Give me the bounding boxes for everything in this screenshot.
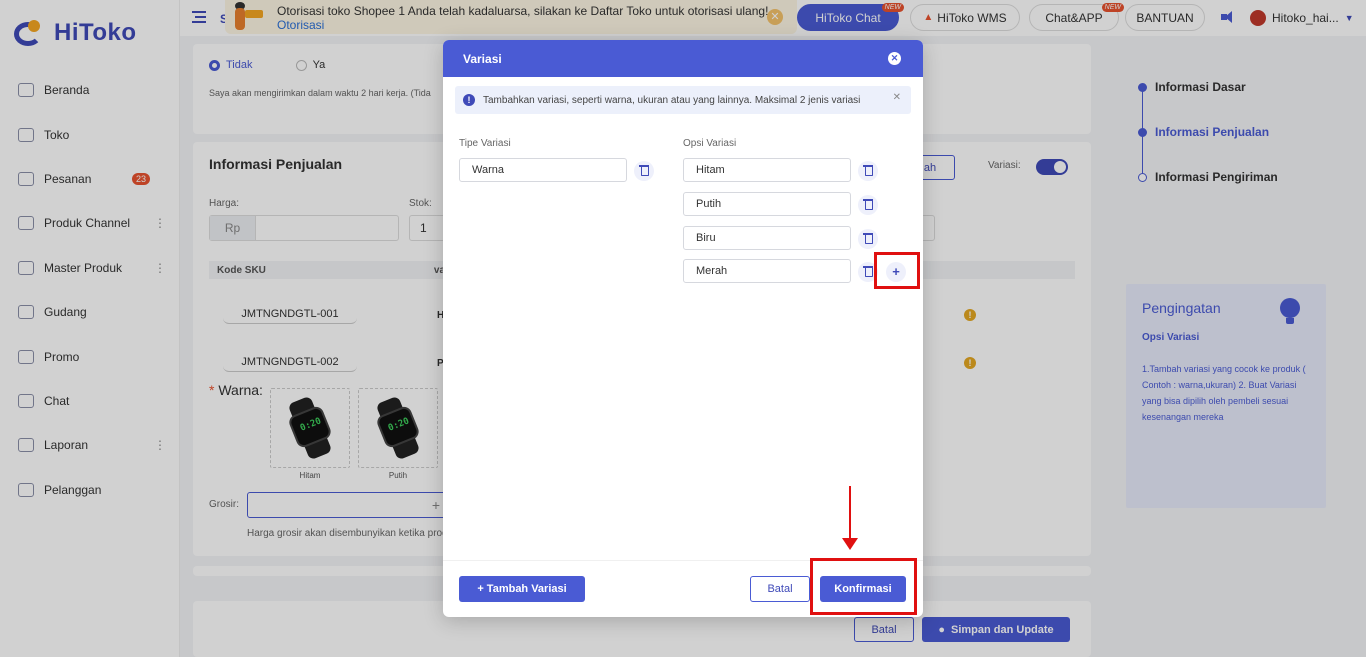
trash-icon[interactable] [634, 161, 654, 181]
info-alert: ! Tambahkan variasi, seperti warna, ukur… [455, 86, 911, 114]
info-text: Tambahkan variasi, seperti warna, ukuran… [483, 94, 861, 106]
variation-option-input[interactable]: Biru [683, 226, 851, 250]
variation-options-label: Opsi Variasi [683, 138, 737, 149]
trash-icon[interactable] [858, 229, 878, 249]
highlight-box-add-option [874, 252, 920, 289]
modal-title: Variasi [463, 51, 502, 66]
variation-type-label: Tipe Variasi [459, 138, 511, 149]
arrow-down-icon [842, 538, 858, 550]
trash-icon[interactable] [858, 161, 878, 181]
close-icon[interactable]: ✕ [893, 92, 901, 103]
variation-modal: Variasi ✕ ! Tambahkan variasi, seperti w… [443, 40, 923, 617]
highlight-box-confirm [810, 558, 917, 615]
close-icon[interactable]: ✕ [888, 52, 901, 65]
info-icon: ! [463, 94, 475, 106]
variation-option-input[interactable]: Merah [683, 259, 851, 283]
variation-type-input[interactable]: Warna [459, 158, 627, 182]
modal-header: Variasi ✕ [443, 40, 923, 77]
add-variation-button[interactable]: + Tambah Variasi [459, 576, 585, 602]
trash-icon[interactable] [858, 195, 878, 215]
cancel-button[interactable]: Batal [750, 576, 810, 602]
arrow-line-icon [849, 486, 851, 540]
variation-option-input[interactable]: Putih [683, 192, 851, 216]
variation-option-input[interactable]: Hitam [683, 158, 851, 182]
